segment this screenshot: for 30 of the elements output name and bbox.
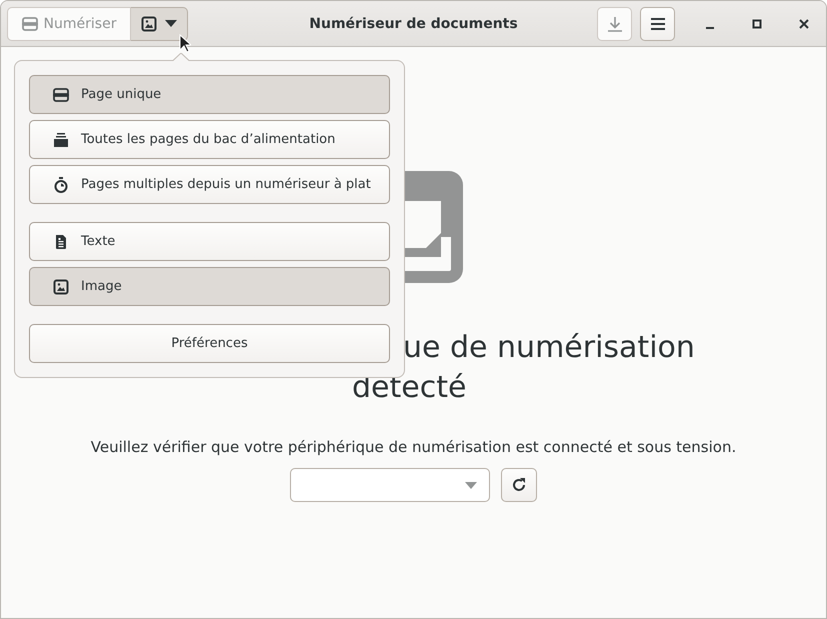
menu-item[interactable]: Pages multiples depuis un numériseur à plat	[29, 165, 390, 204]
format-dropdown-button[interactable]	[131, 6, 188, 40]
scanner-icon	[53, 86, 69, 102]
scanner-icon	[404, 171, 463, 283]
image-icon	[53, 278, 69, 294]
document-icon	[53, 234, 69, 250]
download-icon	[606, 16, 622, 32]
scanner-icon	[22, 16, 38, 32]
stopwatch-icon	[53, 176, 69, 192]
instruction-text: Veuillez vérifier que votre périphérique de numérisation est connecté et sous tension.	[90, 438, 736, 456]
cursor-icon	[179, 34, 191, 53]
menu-item[interactable]: Page unique	[29, 75, 390, 114]
tray-icon	[53, 132, 69, 148]
refresh-button[interactable]	[501, 468, 537, 502]
window-title: Numériseur de documents	[309, 16, 518, 32]
heading-text: ue de numérisation	[403, 330, 695, 366]
image-icon	[141, 16, 157, 32]
caret-icon	[165, 20, 177, 27]
menu-item[interactable]: Texte	[29, 222, 390, 261]
menu-item[interactable]: Image	[29, 267, 390, 306]
heading-text: detecté	[352, 370, 466, 406]
menu-item[interactable]: Préférences	[29, 324, 390, 363]
menu-icon	[650, 16, 666, 30]
menu-item[interactable]: Toutes les pages du bac d’alimentation	[29, 120, 390, 159]
minimize-icon	[706, 26, 714, 28]
caret-icon	[465, 482, 477, 488]
close-icon	[799, 18, 809, 28]
maximize-icon	[752, 18, 762, 28]
refresh-icon	[511, 477, 527, 493]
menu-button[interactable]	[640, 6, 675, 40]
